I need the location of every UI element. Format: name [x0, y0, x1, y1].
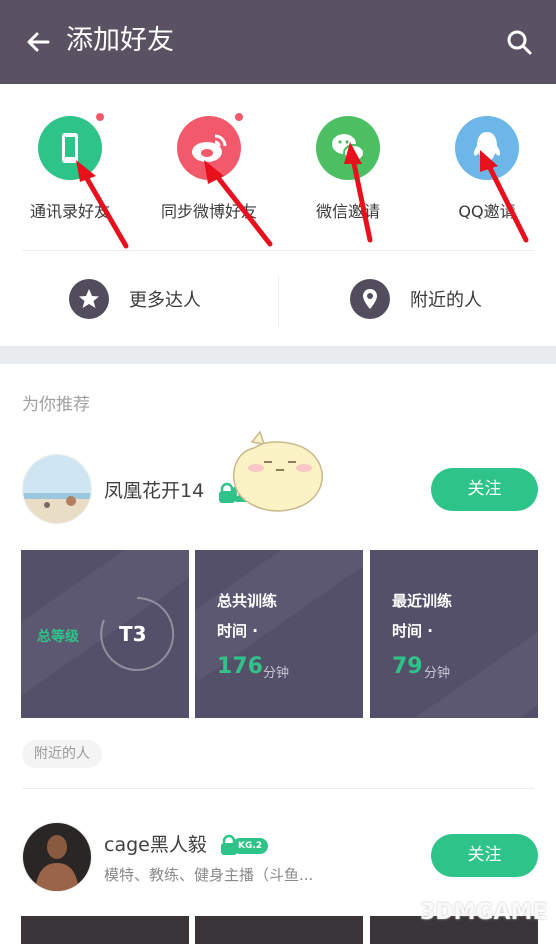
mascot-sticker [233, 430, 323, 512]
avatar[interactable] [22, 454, 92, 524]
total-training-value: 176 [217, 654, 263, 679]
level-badge: KG.2 [218, 834, 270, 856]
recent-training-card: 最近训练 时间 · 79 分钟 [370, 550, 538, 718]
divider [22, 250, 534, 251]
total-level-label: 总等级 [37, 629, 79, 645]
arrow-1 [79, 167, 129, 249]
total-training-label: 总共训练 [217, 592, 278, 610]
nearby-people-label: 附近的人 [410, 290, 482, 311]
quick-actions-panel: 通讯录好友 同步微博好友 微信邀请 QQ邀请 更多达人 附近的人 [0, 84, 556, 346]
username[interactable]: 凤凰花开14 [104, 476, 204, 503]
divider [22, 788, 534, 789]
divider [278, 276, 279, 326]
avatar[interactable] [22, 822, 92, 892]
more-experts-label: 更多达人 [129, 290, 201, 311]
watermark: 3DMGAME [420, 900, 548, 925]
photo-thumbnail[interactable] [195, 916, 363, 944]
total-training-sublabel: 时间 · [217, 622, 258, 640]
follow-button[interactable]: 关注 [431, 468, 538, 511]
recommendations-section: 为你推荐 凤凰花开14 KG.1 关注 [0, 364, 556, 944]
level-label: KG.2 [232, 838, 268, 854]
location-pin-icon [350, 279, 390, 319]
arrow-2 [209, 167, 273, 247]
total-training-card: 总共训练 时间 · 176 分钟 [195, 550, 363, 718]
section-gap [0, 346, 556, 364]
back-arrow-icon[interactable] [22, 26, 54, 58]
recommended-user: cage黑人毅 KG.2 模特、教练、健身主播（斗鱼... 关注 [0, 822, 556, 894]
photo-thumbnail[interactable] [21, 916, 189, 944]
user-tags: 模特、教练、健身主播（斗鱼... [104, 866, 314, 884]
recent-training-value: 79 [392, 654, 423, 679]
follow-button[interactable]: 关注 [431, 834, 538, 877]
recent-training-unit: 分钟 [424, 666, 451, 681]
total-training-unit: 分钟 [263, 666, 290, 681]
page-title: 添加好友 [66, 25, 174, 56]
recent-training-sublabel: 时间 · [392, 622, 433, 640]
top-bar: 添加好友 [0, 0, 556, 84]
more-experts-button[interactable]: 更多达人 [69, 274, 249, 326]
arrow-4 [483, 157, 529, 243]
level-value: T3 [119, 622, 147, 646]
arrow-3 [349, 151, 373, 243]
search-icon[interactable] [503, 26, 535, 58]
username[interactable]: cage黑人毅 [104, 830, 207, 857]
nearby-tag: 附近的人 [22, 740, 102, 768]
recent-training-label: 最近训练 [392, 592, 453, 610]
star-icon [69, 279, 109, 319]
nearby-people-button[interactable]: 附近的人 [350, 274, 530, 326]
section-title: 为你推荐 [22, 395, 90, 415]
total-level-card: 总等级 T3 [21, 550, 189, 718]
recommended-user: 凤凰花开14 KG.1 关注 [0, 430, 556, 526]
